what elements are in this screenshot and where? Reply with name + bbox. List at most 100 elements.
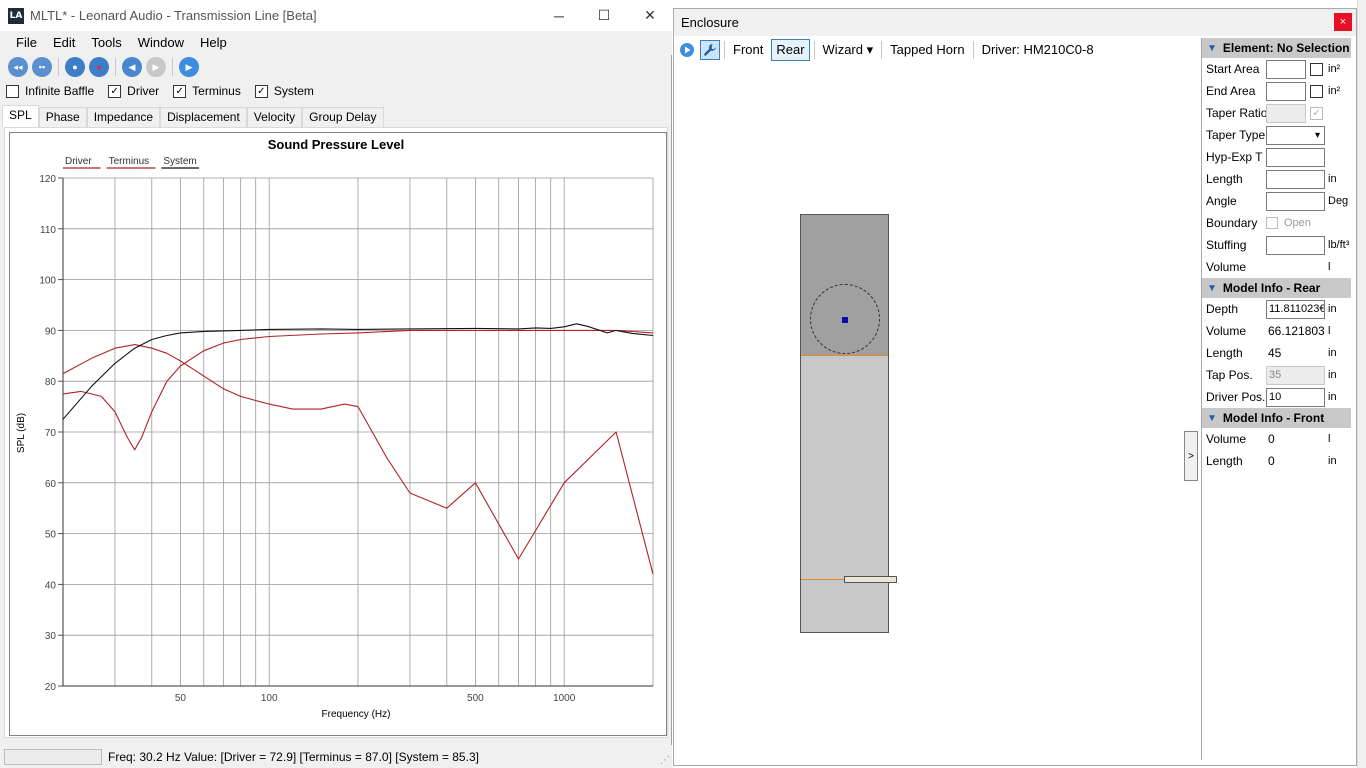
prop-taper-type: Taper Type ▾ [1202, 124, 1351, 146]
terminus-checkbox[interactable]: ✓ Terminus [173, 84, 241, 98]
menu-bar: File Edit Tools Window Help [0, 31, 672, 55]
collapse-triangle-icon[interactable]: ▼ [1207, 283, 1217, 294]
y-tick-label: 60 [45, 479, 57, 490]
prop-unit: lb/ft³ [1328, 239, 1350, 251]
vertical-scrollbar[interactable] [1357, 0, 1366, 768]
y-tick-label: 70 [45, 428, 57, 439]
step-back-icon[interactable]: ◀ [122, 57, 142, 77]
prop-end-area: End Area in² [1202, 80, 1351, 102]
checkbox-box[interactable]: ✓ [108, 84, 122, 98]
tab-velocity[interactable]: Velocity [246, 107, 303, 127]
checkbox-box[interactable] [6, 84, 19, 98]
prop-depth: Depth 11.811023€ in [1202, 298, 1351, 320]
run-icon[interactable] [677, 40, 697, 60]
save-icon[interactable]: ▪▪ [32, 57, 52, 77]
record-red-icon[interactable]: ● [89, 57, 109, 77]
prop-label: Volume [1206, 324, 1247, 338]
tab-displacement[interactable]: Displacement [160, 107, 247, 127]
angle-input[interactable] [1266, 191, 1325, 211]
panel-toggle-button[interactable]: > [1184, 431, 1198, 481]
front-volume-value: 0 [1268, 432, 1275, 446]
tap-port[interactable] [844, 576, 897, 583]
record-blue-icon[interactable]: ● [65, 57, 85, 77]
tab-strip: SPL Phase Impedance Displacement Velocit… [2, 105, 384, 127]
front-section-header[interactable]: ▼ Model Info - Front [1202, 408, 1351, 428]
prop-length: Length in [1202, 168, 1351, 190]
enclosure-body[interactable] [800, 214, 897, 633]
checkbox-box[interactable]: ✓ [254, 84, 268, 98]
rear-button[interactable]: Rear [771, 39, 810, 61]
chart-frame: 20 30 40 50 60 70 80 90 100 110 120 50 100 500 1000 Sou… [9, 132, 667, 736]
prop-boundary: Boundary Open [1202, 212, 1351, 234]
play-icon[interactable]: ▶ [179, 57, 199, 77]
resize-grip-icon[interactable]: ⋰ [660, 755, 670, 766]
close-button[interactable]: ✕ [627, 0, 673, 31]
wizard-dropdown[interactable]: Wizard ▾ [819, 40, 878, 60]
y-tick-label: 90 [45, 326, 57, 337]
prop-unit: l [1328, 325, 1331, 337]
prop-unit: in [1328, 347, 1337, 359]
menu-help[interactable]: Help [192, 31, 235, 55]
menu-window[interactable]: Window [130, 31, 192, 55]
prop-label: Volume [1206, 432, 1247, 446]
spl-chart[interactable]: 20 30 40 50 60 70 80 90 100 110 120 50 100 500 1000 Sou… [10, 133, 666, 735]
enclosure-close-button[interactable]: × [1334, 13, 1352, 31]
prop-angle: Angle Deg [1202, 190, 1351, 212]
enclosure-title-bar[interactable]: Enclosure × [674, 9, 1356, 36]
x-tick-label: 500 [467, 693, 484, 704]
enclosure-title: Enclosure [681, 15, 739, 30]
y-tick-label: 30 [45, 631, 57, 642]
enclosure-window: Enclosure × Front Rear Wizard ▾ Tapped H… [673, 8, 1357, 766]
checkbox-box[interactable]: ✓ [173, 84, 187, 98]
driver-checkbox[interactable]: ✓ Driver [108, 84, 159, 98]
depth-input[interactable]: 11.811023€ [1266, 299, 1325, 319]
menu-file[interactable]: File [8, 31, 45, 55]
toolbar-separator [813, 41, 815, 59]
prop-unit: in [1328, 391, 1337, 403]
end-area-checkbox[interactable] [1310, 84, 1323, 98]
maximize-button[interactable]: ☐ [581, 0, 627, 31]
taper-type-select[interactable]: ▾ [1266, 125, 1325, 145]
y-tick-label: 110 [40, 225, 56, 236]
checkbox-label: Terminus [192, 84, 241, 98]
prop-label: Depth [1206, 302, 1239, 316]
end-area-input[interactable] [1266, 81, 1306, 101]
enclosure-canvas[interactable]: > [674, 63, 1198, 757]
legend-label: Driver [65, 156, 92, 167]
driver-pos-input[interactable]: 10 [1266, 387, 1325, 407]
tab-phase[interactable]: Phase [38, 107, 87, 127]
prop-front-volume: Volume 0 l [1202, 428, 1351, 450]
start-area-checkbox[interactable] [1310, 62, 1323, 76]
tab-spl[interactable]: SPL [2, 105, 39, 127]
y-tick-label: 40 [45, 580, 57, 591]
length-input[interactable] [1266, 169, 1325, 189]
start-area-input[interactable] [1266, 59, 1306, 79]
step-forward-icon[interactable]: ▶ [146, 57, 166, 77]
driver-center-marker[interactable] [842, 317, 848, 323]
rear-volume-value: 66.121803 [1268, 324, 1325, 338]
infinite-baffle-checkbox[interactable]: Infinite Baffle [6, 84, 94, 98]
menu-tools[interactable]: Tools [83, 31, 129, 55]
driver-label: Driver: HM210C0-8 [981, 42, 1094, 57]
collapse-triangle-icon[interactable]: ▼ [1207, 43, 1217, 54]
system-checkbox[interactable]: ✓ System [254, 84, 314, 98]
status-readout: Freq: 30.2 Hz Value: [Driver = 72.9] [Te… [108, 749, 479, 764]
title-bar[interactable]: LA MLTL* - Leonard Audio - Transmission … [0, 0, 672, 31]
prop-label: Taper Ratio [1206, 106, 1268, 120]
element-section-header[interactable]: ▼ Element: No Selection [1202, 38, 1351, 58]
menu-edit[interactable]: Edit [45, 31, 83, 55]
stuffing-input[interactable] [1266, 235, 1325, 255]
hyp-exp-input[interactable] [1266, 147, 1325, 167]
rear-section-header[interactable]: ▼ Model Info - Rear [1202, 278, 1351, 298]
tapped-horn-button[interactable]: Tapped Horn [886, 40, 968, 60]
tab-group-delay[interactable]: Group Delay [302, 107, 384, 127]
minimize-button[interactable]: ─ [536, 0, 582, 31]
wrench-icon[interactable] [700, 40, 720, 60]
options-row: Infinite Baffle ✓ Driver ✓ Terminus ✓ Syste… [0, 80, 672, 102]
tab-impedance[interactable]: Impedance [86, 107, 161, 127]
boundary-checkbox[interactable] [1266, 217, 1278, 229]
collapse-triangle-icon[interactable]: ▼ [1207, 413, 1217, 424]
open-icon[interactable]: ◂◂ [8, 57, 28, 77]
taper-ratio-input [1266, 103, 1306, 123]
front-button[interactable]: Front [729, 40, 767, 60]
